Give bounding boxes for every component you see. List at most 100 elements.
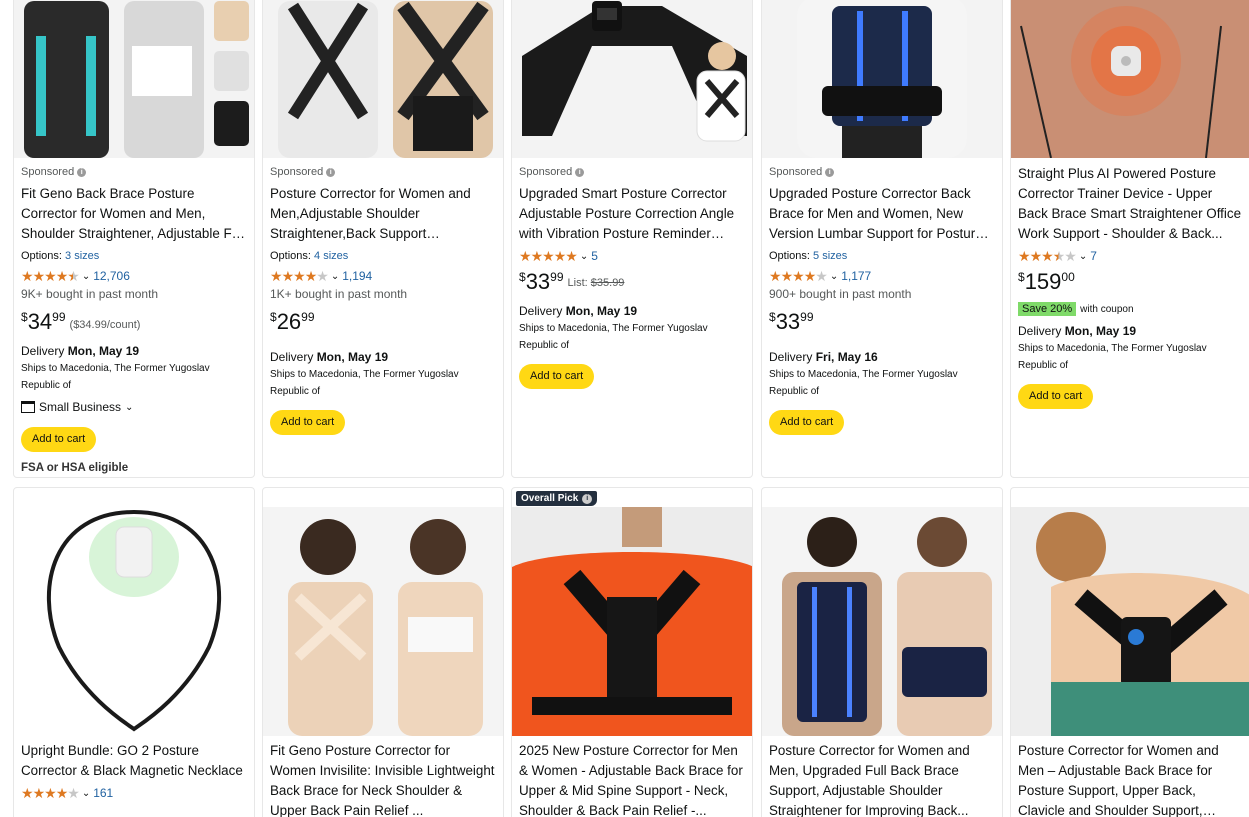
price[interactable]: $ 26 99 — [270, 310, 496, 338]
product-title[interactable]: Straight Plus AI Powered Posture Correct… — [1018, 164, 1245, 244]
rating-count[interactable]: 12,706 — [93, 269, 130, 283]
rating-count[interactable]: 1,194 — [342, 269, 372, 283]
sponsored-label[interactable]: Sponsored i — [21, 164, 247, 180]
info-icon[interactable]: i — [825, 167, 835, 177]
product-image[interactable] — [512, 507, 752, 736]
unit-price: ($34.99/count) — [69, 319, 141, 331]
add-to-cart-button[interactable]: Add to cart — [270, 410, 346, 435]
info-icon[interactable]: i — [77, 167, 87, 177]
ships-to: Ships to Macedonia, The Former Yugoslav … — [21, 363, 210, 391]
product-card[interactable]: Upright Bundle: GO 2 Posture Corrector &… — [13, 487, 255, 817]
product-title[interactable]: Posture Corrector for Women and Men, Upg… — [769, 741, 995, 817]
price[interactable]: $ 159 00 — [1018, 270, 1245, 298]
product-image[interactable] — [762, 507, 1002, 736]
product-card[interactable]: Sponsored i Upgraded Posture Corrector Ba… — [761, 0, 1003, 478]
product-title[interactable]: Upright Bundle: GO 2 Posture Corrector &… — [21, 741, 247, 781]
star-rating-icon[interactable]: ★★★★★ — [21, 785, 80, 801]
price-whole: 159 — [1024, 269, 1062, 294]
rating-row[interactable]: ★★★★★ ⌄ 1,177 — [769, 266, 995, 286]
product-title[interactable]: Posture Corrector for Women and Men – Ad… — [1018, 741, 1245, 817]
sponsored-label[interactable]: Sponsored i — [270, 164, 496, 180]
price[interactable]: $ 34 99 ($34.99/count) — [21, 310, 247, 338]
star-rating-icon[interactable]: ★★★★★ — [21, 268, 80, 284]
rating-count[interactable]: 1,177 — [841, 269, 871, 283]
delivery-info: Delivery Mon, May 19 — [21, 344, 140, 358]
star-rating-icon[interactable]: ★★★★★ — [519, 248, 578, 264]
product-title[interactable]: 2025 New Posture Corrector for Men & Wom… — [519, 741, 745, 817]
star-rating-icon[interactable]: ★★★★★ — [270, 268, 329, 284]
rating-count[interactable]: 161 — [93, 786, 113, 800]
lumbar-brace-image — [762, 0, 1002, 158]
price-whole: 34 — [27, 309, 53, 334]
chevron-down-icon[interactable]: ⌄ — [82, 271, 90, 282]
chevron-down-icon[interactable]: ⌄ — [580, 251, 588, 262]
rating-count[interactable]: 7 — [1090, 249, 1097, 263]
add-to-cart-button[interactable]: Add to cart — [769, 410, 845, 435]
product-image[interactable] — [1011, 0, 1249, 158]
product-title[interactable]: Upgraded Posture Corrector Back Brace fo… — [769, 184, 995, 244]
price[interactable]: $ 33 99 — [769, 310, 995, 338]
rating-row[interactable]: ★★★★★ ⌄ 161 — [21, 783, 247, 803]
options-link[interactable]: 3 sizes — [65, 250, 99, 262]
adjustable-brace-image — [512, 507, 752, 736]
store-icon — [21, 401, 35, 413]
chevron-down-icon[interactable]: ⌄ — [125, 402, 133, 413]
sponsored-label[interactable]: Sponsored i — [769, 164, 995, 180]
product-image[interactable] — [263, 507, 503, 736]
price-fraction: 99 — [800, 310, 814, 324]
product-title[interactable]: Fit Geno Posture Corrector for Women Inv… — [270, 741, 496, 817]
rating-count[interactable]: 5 — [591, 249, 598, 263]
options-link[interactable]: 5 sizes — [813, 250, 847, 262]
info-icon[interactable]: i — [326, 167, 336, 177]
price-fraction: 00 — [1061, 270, 1075, 284]
price[interactable]: $ 33 99 List: $35.99 — [519, 270, 745, 298]
rating-row[interactable]: ★★★★★ ⌄ 5 — [519, 246, 745, 266]
info-icon[interactable]: i — [575, 167, 585, 177]
options-link[interactable]: 4 sizes — [314, 250, 348, 262]
rating-row[interactable]: ★★★★★ ⌄ 7 — [1018, 246, 1245, 266]
save-badge: Save 20% — [1018, 302, 1077, 316]
rating-row[interactable]: ★★★★★ ⌄ 12,706 — [21, 266, 247, 286]
product-card[interactable]: Posture Corrector for Women and Men, Upg… — [761, 487, 1003, 817]
bought-count: 9K+ bought in past month — [21, 287, 159, 301]
coupon-text: with coupon — [1080, 303, 1134, 315]
product-card[interactable]: Straight Plus AI Powered Posture Correct… — [1010, 0, 1249, 478]
add-to-cart-button[interactable]: Add to cart — [1018, 384, 1094, 409]
info-icon[interactable]: i — [582, 493, 593, 504]
add-to-cart-button[interactable]: Add to cart — [519, 364, 595, 389]
product-title[interactable]: Posture Corrector for Women and Men,Adju… — [270, 184, 496, 244]
add-to-cart-button[interactable]: Add to cart — [21, 427, 97, 452]
ships-to: Ships to Macedonia, The Former Yugoslav … — [769, 369, 958, 397]
product-title[interactable]: Upgraded Smart Posture Corrector Adjusta… — [519, 184, 745, 244]
price-symbol: $ — [769, 310, 776, 324]
chevron-down-icon[interactable]: ⌄ — [830, 271, 838, 282]
chevron-down-icon[interactable]: ⌄ — [82, 788, 90, 799]
overall-pick-badge[interactable]: Overall Pick i — [516, 491, 598, 506]
price-fraction: 99 — [301, 310, 315, 324]
small-business-badge[interactable]: Small Business ⌄ — [21, 397, 247, 417]
chevron-down-icon[interactable]: ⌄ — [331, 271, 339, 282]
product-title[interactable]: Fit Geno Back Brace Posture Corrector fo… — [21, 184, 247, 244]
star-rating-icon[interactable]: ★★★★★ — [1018, 248, 1077, 264]
product-card[interactable]: Posture Corrector for Women and Men – Ad… — [1010, 487, 1249, 817]
chevron-down-icon[interactable]: ⌄ — [1079, 251, 1087, 262]
sponsored-label[interactable]: Sponsored i — [519, 164, 745, 180]
clavicle-brace-image — [1011, 507, 1249, 736]
product-image[interactable] — [762, 0, 1002, 158]
product-card[interactable]: Overall Pick i 2025 New Posture Corrector… — [511, 487, 753, 817]
rating-row[interactable]: ★★★★★ ⌄ 1,194 — [270, 266, 496, 286]
product-image[interactable] — [14, 507, 254, 736]
price-whole: 33 — [775, 309, 801, 334]
product-card[interactable]: Sponsored i Fit Geno Back Brace Posture C… — [13, 0, 255, 478]
product-image[interactable] — [14, 0, 254, 158]
product-image[interactable] — [1011, 507, 1249, 736]
product-options: Options: 3 sizes — [21, 250, 100, 262]
product-card[interactable]: Fit Geno Posture Corrector for Women Inv… — [262, 487, 504, 817]
product-image[interactable] — [263, 0, 503, 158]
product-image[interactable] — [512, 0, 752, 158]
coupon-row[interactable]: Save 20% with coupon — [1018, 300, 1245, 318]
ships-to: Ships to Macedonia, The Former Yugoslav … — [1018, 343, 1207, 371]
product-card[interactable]: Sponsored i Posture Corrector for Women a… — [262, 0, 504, 478]
star-rating-icon[interactable]: ★★★★★ — [769, 268, 828, 284]
product-card[interactable]: Sponsored i Upgraded Smart Posture Correc… — [511, 0, 753, 478]
